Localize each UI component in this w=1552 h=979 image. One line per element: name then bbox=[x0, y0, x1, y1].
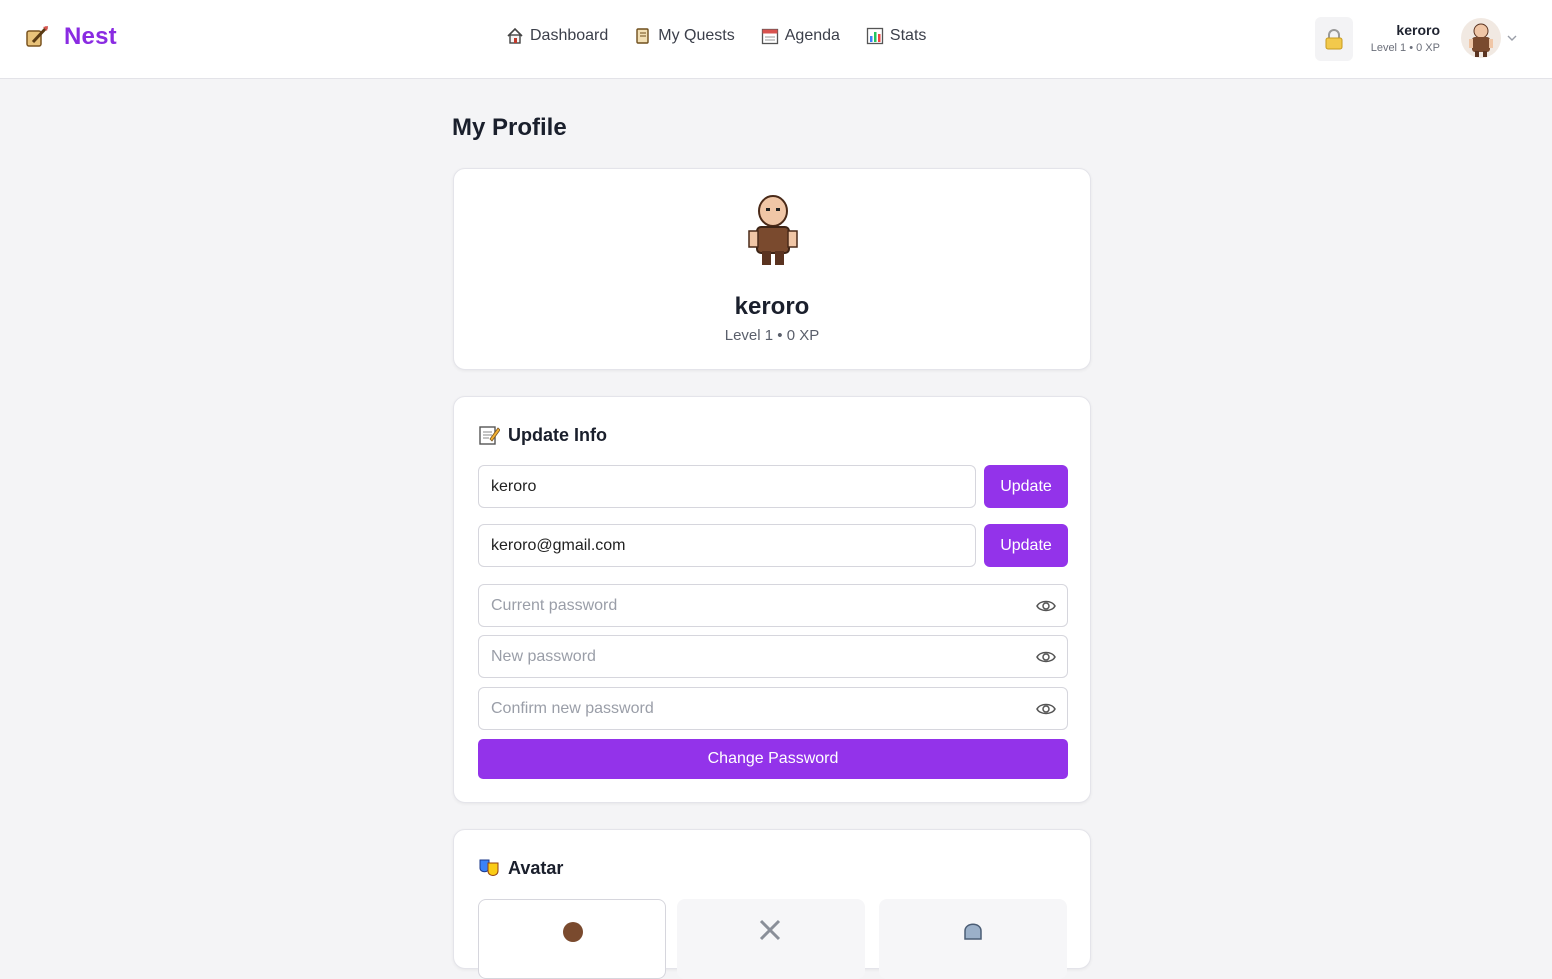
memo-icon bbox=[479, 426, 500, 445]
nav-my-quests[interactable]: My Quests bbox=[634, 27, 735, 45]
profile-card: keroro Level 1 • 0 XP bbox=[453, 168, 1091, 370]
username-value: keroro bbox=[491, 477, 537, 495]
pixel-character-icon bbox=[748, 195, 798, 265]
brand[interactable]: Nest bbox=[24, 23, 117, 51]
current-password-field[interactable]: Current password bbox=[478, 584, 1068, 627]
profile-username: keroro bbox=[734, 293, 810, 320]
profile-level: Level 1 • 0 XP bbox=[724, 327, 820, 344]
header-user-level: Level 1 • 0 XP bbox=[1370, 42, 1440, 54]
pixel-character-icon bbox=[1469, 23, 1493, 57]
current-password-placeholder: Current password bbox=[491, 596, 618, 614]
lock-button[interactable] bbox=[1315, 17, 1353, 61]
avatar-option[interactable] bbox=[478, 899, 666, 979]
confirm-password-field[interactable]: Confirm new password bbox=[478, 687, 1068, 730]
avatar-heading: Avatar bbox=[478, 857, 563, 879]
house-icon bbox=[507, 27, 523, 44]
eye-icon[interactable] bbox=[1036, 700, 1056, 718]
confirm-password-placeholder: Confirm new password bbox=[491, 699, 654, 717]
update-username-button[interactable]: Update bbox=[984, 465, 1068, 508]
chevron-down-icon[interactable] bbox=[1506, 32, 1518, 44]
scroll-icon bbox=[636, 28, 649, 44]
top-navbar: Nest Dashboard My Quests Agenda Stats ke… bbox=[0, 0, 1552, 79]
update-info-title: Update Info bbox=[508, 424, 607, 445]
change-password-button[interactable]: Change Password bbox=[478, 739, 1068, 779]
page-title: My Profile bbox=[452, 114, 567, 141]
lock-icon bbox=[1325, 29, 1343, 50]
pixel-character-icon bbox=[563, 922, 583, 942]
crossed-swords-icon bbox=[759, 919, 781, 941]
email-value: keroro@gmail.com bbox=[491, 536, 626, 554]
eye-icon[interactable] bbox=[1036, 597, 1056, 615]
update-info-heading: Update Info bbox=[478, 424, 607, 446]
nav-dashboard[interactable]: Dashboard bbox=[506, 27, 608, 45]
nav-agenda-label: Agenda bbox=[784, 27, 840, 44]
user-summary: keroro Level 1 • 0 XP bbox=[1371, 22, 1440, 54]
avatar[interactable] bbox=[1461, 18, 1501, 58]
theater-masks-icon bbox=[479, 859, 499, 876]
avatar-card: Avatar bbox=[453, 829, 1091, 979]
nav-stats[interactable]: Stats bbox=[866, 27, 926, 45]
update-info-card: Update Info keroro Update keroro@gmail.c… bbox=[453, 396, 1091, 803]
nav-agenda[interactable]: Agenda bbox=[761, 27, 840, 45]
avatar-option[interactable] bbox=[879, 899, 1067, 979]
avatar-title: Avatar bbox=[508, 857, 564, 878]
new-password-placeholder: New password bbox=[491, 647, 596, 665]
brand-name: Nest bbox=[64, 23, 117, 50]
eye-icon[interactable] bbox=[1036, 648, 1056, 666]
knight-helmet-icon bbox=[964, 923, 982, 940]
username-field[interactable]: keroro bbox=[478, 465, 976, 508]
main-nav: Dashboard My Quests Agenda Stats bbox=[506, 27, 926, 45]
update-email-button[interactable]: Update bbox=[984, 524, 1068, 567]
header-username: keroro bbox=[1396, 22, 1440, 38]
avatar-option[interactable] bbox=[677, 899, 865, 979]
nav-stats-label: Stats bbox=[889, 27, 927, 44]
nav-my-quests-label: My Quests bbox=[658, 27, 735, 44]
calendar-icon bbox=[761, 28, 778, 45]
email-field[interactable]: keroro@gmail.com bbox=[478, 524, 976, 567]
quill-scroll-icon bbox=[26, 25, 49, 47]
bar-chart-icon bbox=[866, 27, 884, 45]
new-password-field[interactable]: New password bbox=[478, 635, 1068, 678]
nav-dashboard-label: Dashboard bbox=[530, 27, 609, 44]
